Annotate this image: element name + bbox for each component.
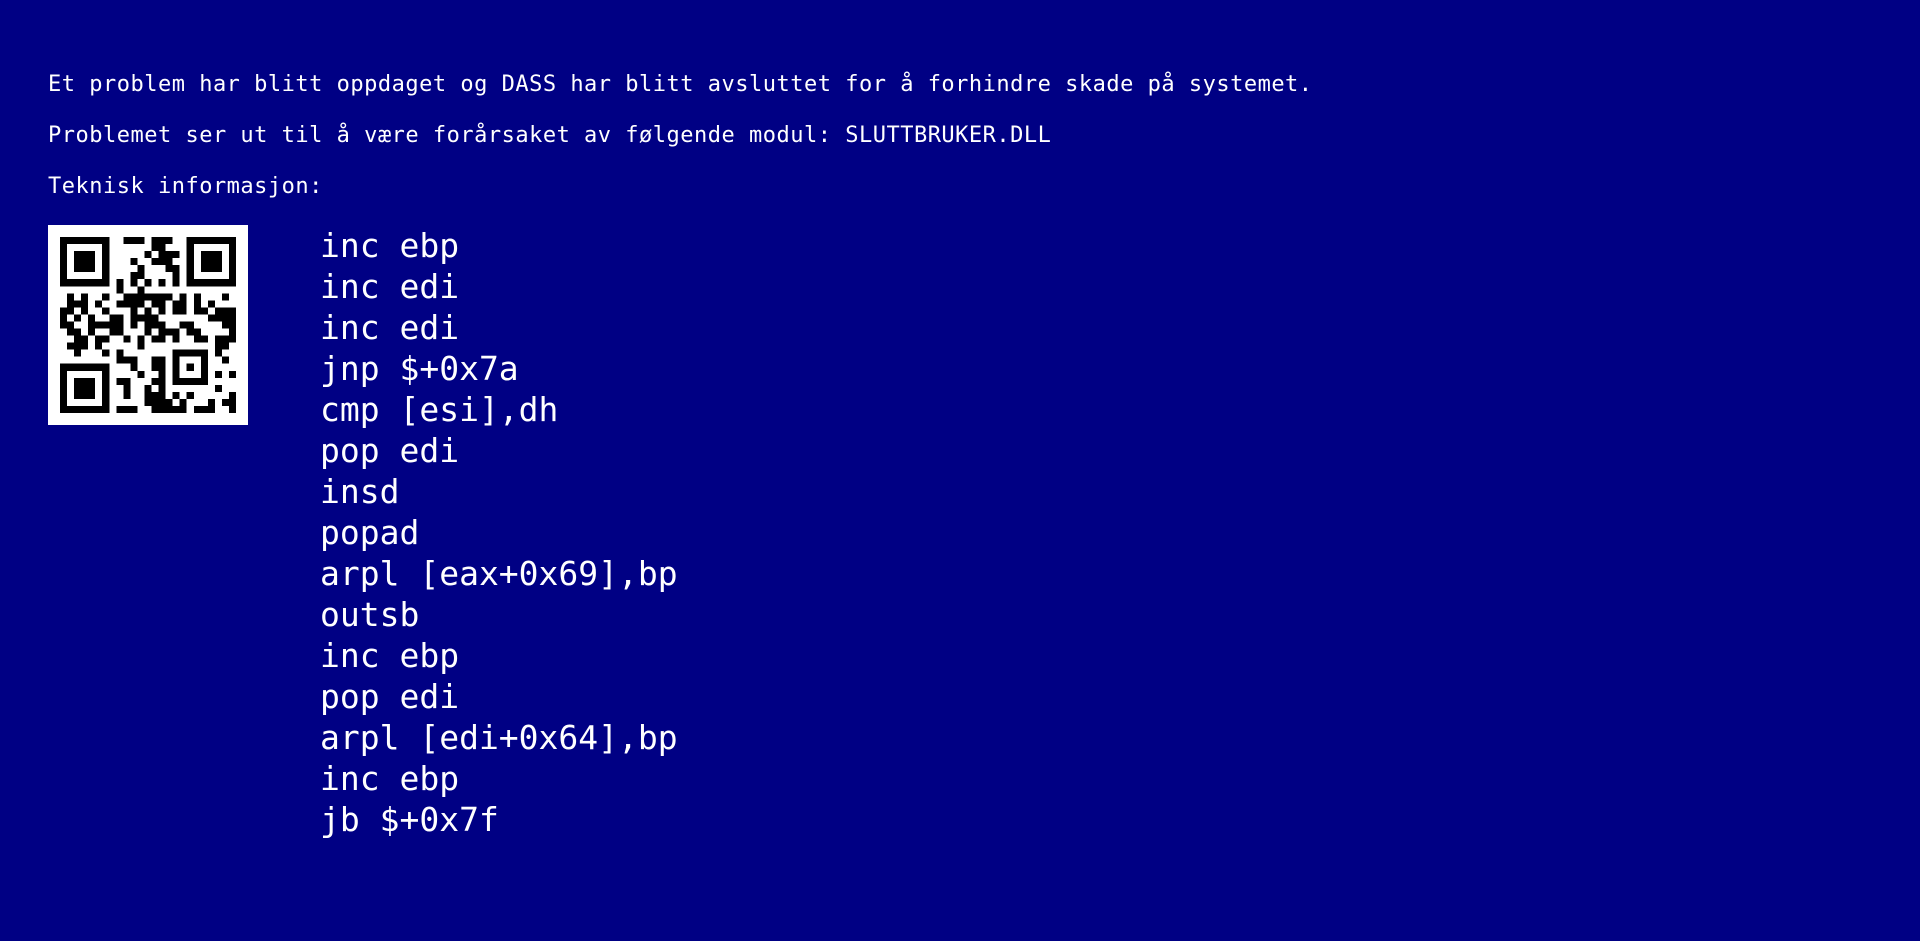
assembly-line: jnp $+0x7a — [320, 349, 519, 388]
qr-code-graphic — [60, 237, 236, 413]
assembly-line: arpl [edi+0x64],bp — [320, 718, 678, 757]
assembly-line: inc edi — [320, 308, 460, 347]
assembly-line: inc edi — [320, 267, 460, 306]
technical-info-label: Teknisk informasjon: — [48, 174, 323, 199]
assembly-line: insd — [320, 472, 400, 511]
assembly-line: pop edi — [320, 677, 460, 716]
assembly-line: outsb — [320, 595, 420, 634]
qr-code-icon — [48, 225, 248, 425]
assembly-line: arpl [eax+0x69],bp — [320, 554, 678, 593]
assembly-line: inc ebp — [320, 759, 460, 798]
assembly-dump: inc ebp inc edi inc edi jnp $+0x7a cmp [esi]… — [320, 225, 678, 840]
assembly-line: popad — [320, 513, 420, 552]
assembly-line: cmp [esi],dh — [320, 390, 559, 429]
assembly-line: inc ebp — [320, 226, 460, 265]
error-message: Et problem har blitt oppdaget og DASS ha… — [48, 72, 1313, 97]
assembly-line: inc ebp — [320, 636, 460, 675]
assembly-line: jb $+0x7f — [320, 800, 499, 839]
assembly-line: pop edi — [320, 431, 460, 470]
module-message: Problemet ser ut til å være forårsaket a… — [48, 123, 1052, 148]
bsod-screen: Et problem har blitt oppdaget og DASS ha… — [0, 0, 1920, 941]
